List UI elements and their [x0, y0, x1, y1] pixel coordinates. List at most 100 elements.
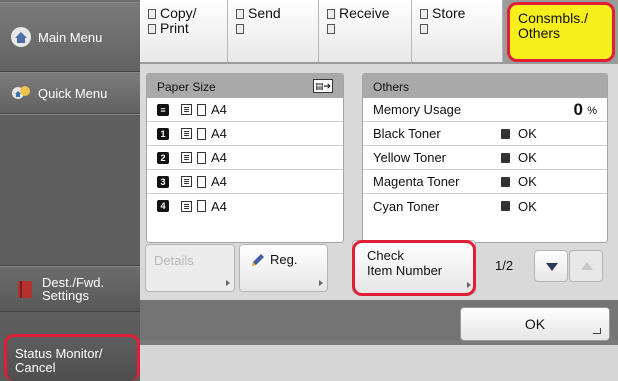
toner-status: OK: [518, 174, 537, 189]
list-item[interactable]: 2 A4: [147, 146, 343, 170]
tab-status-icon: [327, 9, 335, 19]
tab-status-icon: [236, 24, 244, 34]
tab-copy-print[interactable]: Copy/ Print: [140, 0, 228, 62]
tab-label-line1: Send: [248, 5, 281, 21]
check-item-number-button[interactable]: Check Item Number: [352, 240, 476, 294]
status-line2: Cancel: [15, 360, 56, 375]
paper-size-header: Paper Size ▤➔: [147, 74, 343, 98]
address-book-icon: [18, 281, 32, 298]
paper-sheet-icon: [197, 103, 206, 116]
others-header: Others: [363, 74, 607, 98]
chevron-right-icon: [467, 282, 471, 288]
toner-icon: [501, 128, 510, 139]
paper-stack-icon: [181, 128, 192, 139]
list-item[interactable]: ≡ A4: [147, 98, 343, 122]
page-up-button[interactable]: [569, 250, 603, 282]
paper-size-title: Paper Size: [157, 80, 216, 94]
toner-icon: [501, 201, 510, 211]
return-icon: [593, 328, 601, 334]
dest-fwd-label: Dest./Fwd. Settings: [42, 276, 104, 302]
tab-store[interactable]: Store: [412, 0, 503, 62]
main-area: Copy/ Print Send Receive Store Consmbls.…: [140, 0, 618, 381]
ok-label: OK: [524, 316, 546, 332]
drawer-icon: ≡: [157, 103, 169, 116]
main-menu-button[interactable]: Main Menu: [0, 2, 140, 72]
toner-icon: [501, 152, 510, 163]
dest-fwd-line2: Settings: [42, 288, 89, 303]
sidebar-empty-slot: [0, 114, 140, 266]
quick-menu-label: Quick Menu: [38, 85, 108, 101]
register-button[interactable]: Reg.: [239, 244, 328, 292]
chevron-right-icon: [226, 280, 230, 286]
paper-settings-icon[interactable]: ▤➔: [313, 79, 333, 93]
toner-label: Yellow Toner: [373, 150, 446, 165]
paper-stack-icon: [181, 176, 192, 187]
toner-icon: [501, 176, 510, 187]
tab-status-icon: [148, 9, 156, 19]
status-strip: [140, 345, 618, 381]
drawer-icon: 1: [157, 127, 169, 140]
quick-menu-icon: [12, 86, 30, 99]
tab-label-line1: Store: [432, 5, 466, 21]
tab-label-line1: Consmbls./: [518, 10, 589, 26]
list-item[interactable]: 4 A4: [147, 194, 343, 218]
details-button[interactable]: Details: [145, 244, 235, 292]
paper-sheet-icon: [197, 200, 206, 212]
toner-label: Cyan Toner: [373, 198, 440, 214]
quick-menu-button[interactable]: Quick Menu: [0, 72, 140, 114]
paper-stack-icon: [181, 104, 192, 115]
toner-row: Yellow Toner OK: [363, 146, 607, 170]
drawer-icon: 2: [157, 151, 169, 164]
tab-send[interactable]: Send: [228, 0, 319, 62]
paper-size-value: A4: [211, 150, 227, 165]
toner-status: OK: [518, 150, 537, 165]
page-down-button[interactable]: [534, 250, 568, 282]
toner-row: Magenta Toner OK: [363, 170, 607, 194]
tab-receive[interactable]: Receive: [319, 0, 412, 62]
sidebar: Main Menu Quick Menu Dest./Fwd. Settings: [0, 0, 140, 381]
toner-row: Cyan Toner OK: [363, 194, 607, 218]
chevron-right-icon: [319, 280, 323, 286]
drawer-icon: 4: [157, 200, 169, 212]
tab-consumables-others[interactable]: Consmbls./ Others: [507, 2, 615, 62]
status-line1: Status Monitor/: [15, 346, 103, 361]
paper-size-value: A4: [211, 174, 227, 189]
home-icon: [11, 27, 31, 47]
paper-sheet-icon: [197, 127, 206, 140]
tab-label-line1: Receive: [339, 5, 390, 21]
paper-size-box: Paper Size ▤➔ ≡ A4 1 A4 2 A4 3 A4 4 A4: [146, 73, 344, 243]
tab-label-line1: Copy/: [160, 5, 197, 21]
drawer-icon: 3: [157, 175, 169, 188]
content-panel: Paper Size ▤➔ ≡ A4 1 A4 2 A4 3 A4 4 A4 O…: [140, 64, 618, 300]
toner-status: OK: [518, 126, 537, 141]
tab-status-icon: [420, 24, 428, 34]
ok-button[interactable]: OK: [460, 307, 610, 341]
paper-size-value: A4: [211, 126, 227, 141]
list-item[interactable]: 1 A4: [147, 122, 343, 146]
list-item[interactable]: 3 A4: [147, 170, 343, 194]
others-box: Others Memory Usage 0 % Black Toner OK Y…: [362, 73, 608, 243]
others-title: Others: [373, 80, 410, 94]
status-monitor-cancel-button[interactable]: Status Monitor/ Cancel: [4, 334, 140, 381]
tab-status-icon: [420, 9, 428, 19]
tab-status-icon: [236, 9, 244, 19]
register-label: Reg.: [270, 252, 298, 267]
details-label: Details: [154, 253, 194, 268]
pen-icon: [252, 254, 264, 266]
memory-usage-value: 0: [573, 100, 583, 119]
check-line1: Check: [367, 248, 404, 263]
tab-label-line2: Print: [160, 20, 189, 36]
page-indicator: 1/2: [495, 258, 514, 273]
toner-label: Black Toner: [373, 126, 441, 141]
tab-label-line2: Others: [518, 25, 561, 41]
check-line2: Item Number: [367, 263, 443, 278]
tab-status-icon: [148, 24, 156, 34]
main-menu-label: Main Menu: [38, 29, 103, 45]
memory-usage-row: Memory Usage 0 %: [363, 98, 607, 122]
dest-fwd-settings-button[interactable]: Dest./Fwd. Settings: [0, 266, 140, 312]
toner-label: Magenta Toner: [373, 174, 460, 189]
toner-row: Black Toner OK: [363, 122, 607, 146]
toner-status: OK: [518, 198, 537, 214]
paper-stack-icon: [181, 152, 192, 163]
paper-stack-icon: [181, 200, 192, 212]
